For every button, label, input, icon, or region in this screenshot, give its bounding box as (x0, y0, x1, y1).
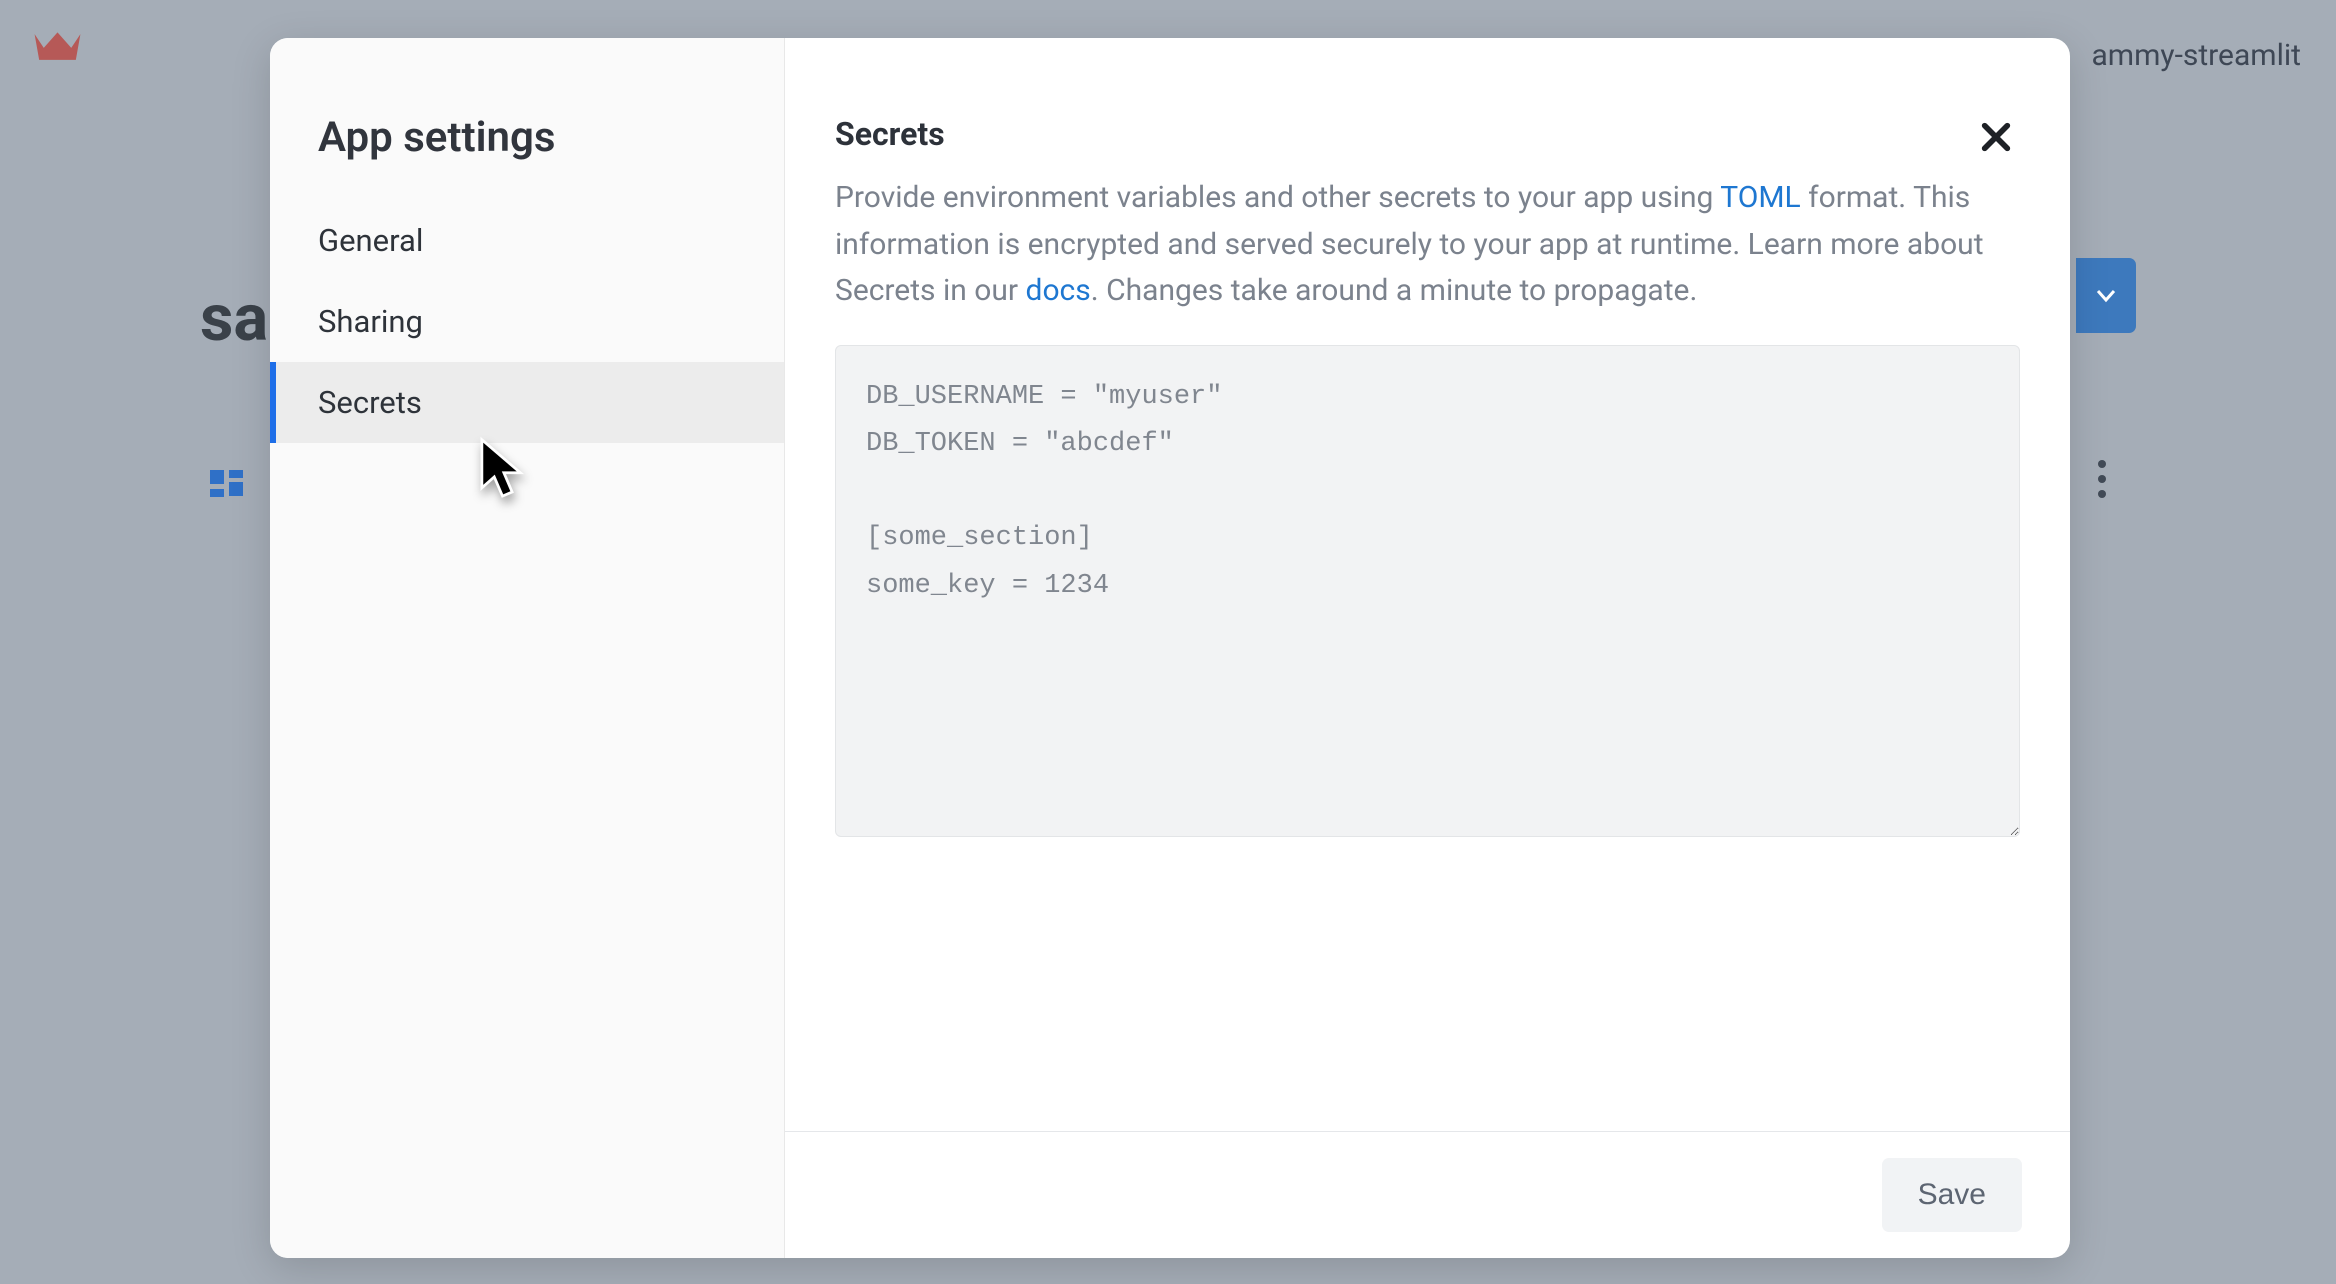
crown-logo-icon (30, 25, 85, 70)
sidebar-item-secrets[interactable]: Secrets (270, 362, 784, 443)
sidebar-item-label: Sharing (318, 303, 423, 340)
sidebar-item-label: Secrets (318, 384, 422, 421)
toml-link[interactable]: TOML (1720, 180, 1800, 215)
modal-main: Secrets Provide environment variables an… (785, 38, 2070, 1258)
save-button[interactable]: Save (1882, 1158, 2022, 1232)
modal-content: Secrets Provide environment variables an… (785, 38, 2070, 1131)
desc-text: . Changes take around a minute to propag… (1091, 273, 1698, 308)
close-button[interactable] (1972, 113, 2020, 161)
docs-link[interactable]: docs (1026, 273, 1091, 308)
secrets-textarea[interactable] (835, 345, 2020, 837)
sidebar-item-general[interactable]: General (270, 200, 784, 281)
section-heading: Secrets (835, 115, 2020, 153)
page-title-fragment: sa (200, 280, 268, 356)
section-description: Provide environment variables and other … (835, 175, 1995, 315)
sidebar-item-sharing[interactable]: Sharing (270, 281, 784, 362)
modal-footer: Save (785, 1131, 2070, 1258)
desc-text: Provide environment variables and other … (835, 180, 1720, 215)
header-username: ammy-streamlit (2091, 38, 2301, 73)
settings-sidebar: App settings General Sharing Secrets (270, 38, 785, 1258)
sidebar-item-label: General (318, 222, 423, 259)
primary-action-dropdown[interactable] (2076, 258, 2136, 333)
close-icon (1979, 120, 2013, 154)
dashboard-icon (210, 470, 245, 505)
modal-title: App settings (270, 113, 784, 200)
kebab-menu-icon[interactable] (2098, 460, 2106, 498)
app-settings-modal: App settings General Sharing Secrets Sec… (270, 38, 2070, 1258)
